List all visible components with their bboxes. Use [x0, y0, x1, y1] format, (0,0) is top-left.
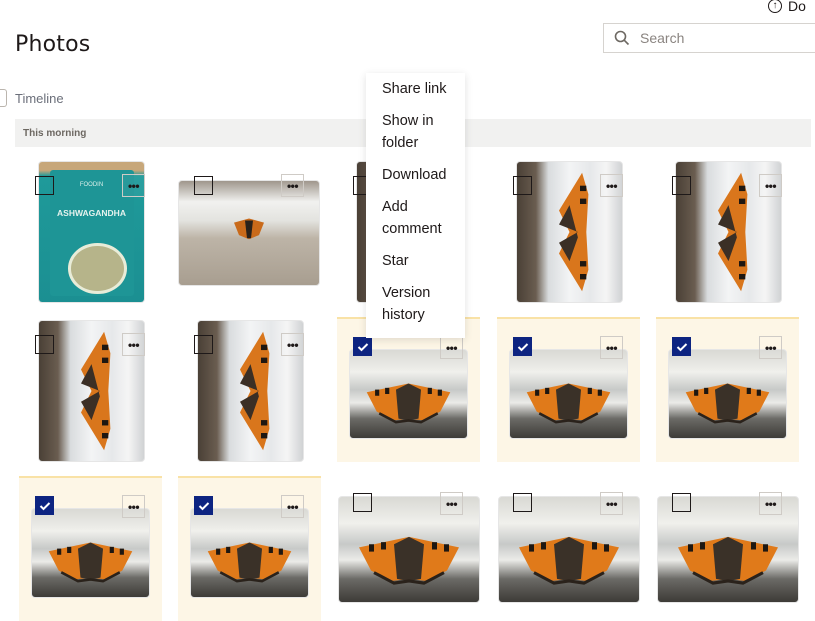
- select-all-checkbox[interactable]: [0, 89, 7, 107]
- context-menu: Share link Show in folder Download Add c…: [366, 73, 465, 338]
- photo-checkbox[interactable]: [672, 337, 691, 356]
- more-icon: •••: [127, 178, 140, 193]
- photo-checkbox[interactable]: [194, 496, 213, 515]
- photo-checkbox[interactable]: [513, 493, 532, 512]
- photo-checkbox[interactable]: [353, 337, 372, 356]
- timeline-toggle[interactable]: Timeline: [0, 88, 64, 108]
- photo-tile[interactable]: •••: [497, 317, 640, 462]
- more-icon: •••: [764, 178, 777, 193]
- photo-checkbox[interactable]: [513, 337, 532, 356]
- upload-link-label: Do: [788, 0, 806, 14]
- checkmark-icon: [517, 342, 528, 351]
- more-icon: •••: [445, 496, 458, 511]
- search-input[interactable]: [638, 29, 812, 47]
- photo-checkbox[interactable]: [513, 176, 532, 195]
- timeline-label: Timeline: [15, 90, 64, 106]
- menu-item-show-in-folder[interactable]: Show in folder: [366, 110, 458, 154]
- upload-icon: ↑: [768, 0, 782, 13]
- more-options-button[interactable]: •••: [122, 174, 145, 197]
- photo-tile[interactable]: FOODIN ASHWAGANDHA •••: [19, 160, 162, 303]
- more-icon: •••: [127, 337, 140, 352]
- checkmark-icon: [357, 342, 368, 351]
- more-options-button[interactable]: •••: [281, 333, 304, 356]
- photo-checkbox[interactable]: [35, 496, 54, 515]
- photo-thumbnail[interactable]: [31, 508, 150, 598]
- more-icon: •••: [605, 340, 618, 355]
- more-options-button[interactable]: •••: [600, 174, 623, 197]
- more-icon: •••: [764, 340, 777, 355]
- search-icon: [614, 30, 630, 46]
- more-options-button[interactable]: •••: [440, 336, 463, 359]
- checkmark-icon: [676, 342, 687, 351]
- menu-item-share-link[interactable]: Share link: [366, 78, 465, 100]
- photo-checkbox[interactable]: [35, 176, 54, 195]
- page-title: Photos: [15, 32, 91, 57]
- photo-thumbnail[interactable]: [668, 349, 787, 439]
- photo-checkbox[interactable]: [194, 176, 213, 195]
- more-options-button[interactable]: •••: [600, 336, 623, 359]
- photo-tile[interactable]: •••: [19, 476, 162, 621]
- photo-checkbox[interactable]: [672, 493, 691, 512]
- menu-item-add-comment[interactable]: Add comment: [366, 196, 458, 240]
- section-label: This morning: [23, 127, 87, 139]
- photo-tile[interactable]: •••: [178, 160, 321, 303]
- more-options-button[interactable]: •••: [600, 492, 623, 515]
- more-icon: •••: [127, 499, 140, 514]
- more-icon: •••: [286, 337, 299, 352]
- menu-item-star[interactable]: Star: [366, 250, 465, 272]
- photo-thumbnail[interactable]: [509, 349, 628, 439]
- more-options-button[interactable]: •••: [759, 492, 782, 515]
- photo-thumbnail[interactable]: [349, 349, 468, 439]
- photo-tile[interactable]: •••: [656, 478, 799, 621]
- menu-item-version-history[interactable]: Version history: [366, 282, 458, 326]
- photo-checkbox[interactable]: [194, 335, 213, 354]
- more-icon: •••: [286, 499, 299, 514]
- more-options-button[interactable]: •••: [281, 174, 304, 197]
- photo-checkbox[interactable]: [35, 335, 54, 354]
- more-options-button[interactable]: •••: [281, 495, 304, 518]
- photo-tile[interactable]: •••: [337, 317, 480, 462]
- more-options-button[interactable]: •••: [122, 495, 145, 518]
- photo-checkbox[interactable]: [353, 493, 372, 512]
- menu-item-download[interactable]: Download: [366, 164, 465, 186]
- more-options-button[interactable]: •••: [759, 336, 782, 359]
- photo-tile[interactable]: •••: [178, 476, 321, 621]
- upload-link[interactable]: ↑ Do: [768, 0, 806, 14]
- more-icon: •••: [605, 178, 618, 193]
- photo-tile[interactable]: •••: [497, 478, 640, 621]
- more-icon: •••: [764, 496, 777, 511]
- more-options-button[interactable]: •••: [122, 333, 145, 356]
- photo-tile[interactable]: •••: [656, 317, 799, 462]
- checkmark-icon: [39, 501, 50, 510]
- photo-tile[interactable]: •••: [19, 319, 162, 462]
- more-icon: •••: [445, 340, 458, 355]
- more-options-button[interactable]: •••: [759, 174, 782, 197]
- more-icon: •••: [286, 178, 299, 193]
- more-icon: •••: [605, 496, 618, 511]
- photo-tile[interactable]: •••: [656, 160, 799, 303]
- photo-tile[interactable]: •••: [337, 478, 480, 621]
- package-product: ASHWAGANDHA: [57, 208, 126, 218]
- checkmark-icon: [198, 501, 209, 510]
- photo-tile[interactable]: •••: [178, 319, 321, 462]
- photo-tile[interactable]: •••: [497, 160, 640, 303]
- more-options-button[interactable]: •••: [440, 492, 463, 515]
- search-box[interactable]: [603, 23, 815, 53]
- photo-thumbnail[interactable]: [190, 508, 309, 598]
- photo-checkbox[interactable]: [672, 176, 691, 195]
